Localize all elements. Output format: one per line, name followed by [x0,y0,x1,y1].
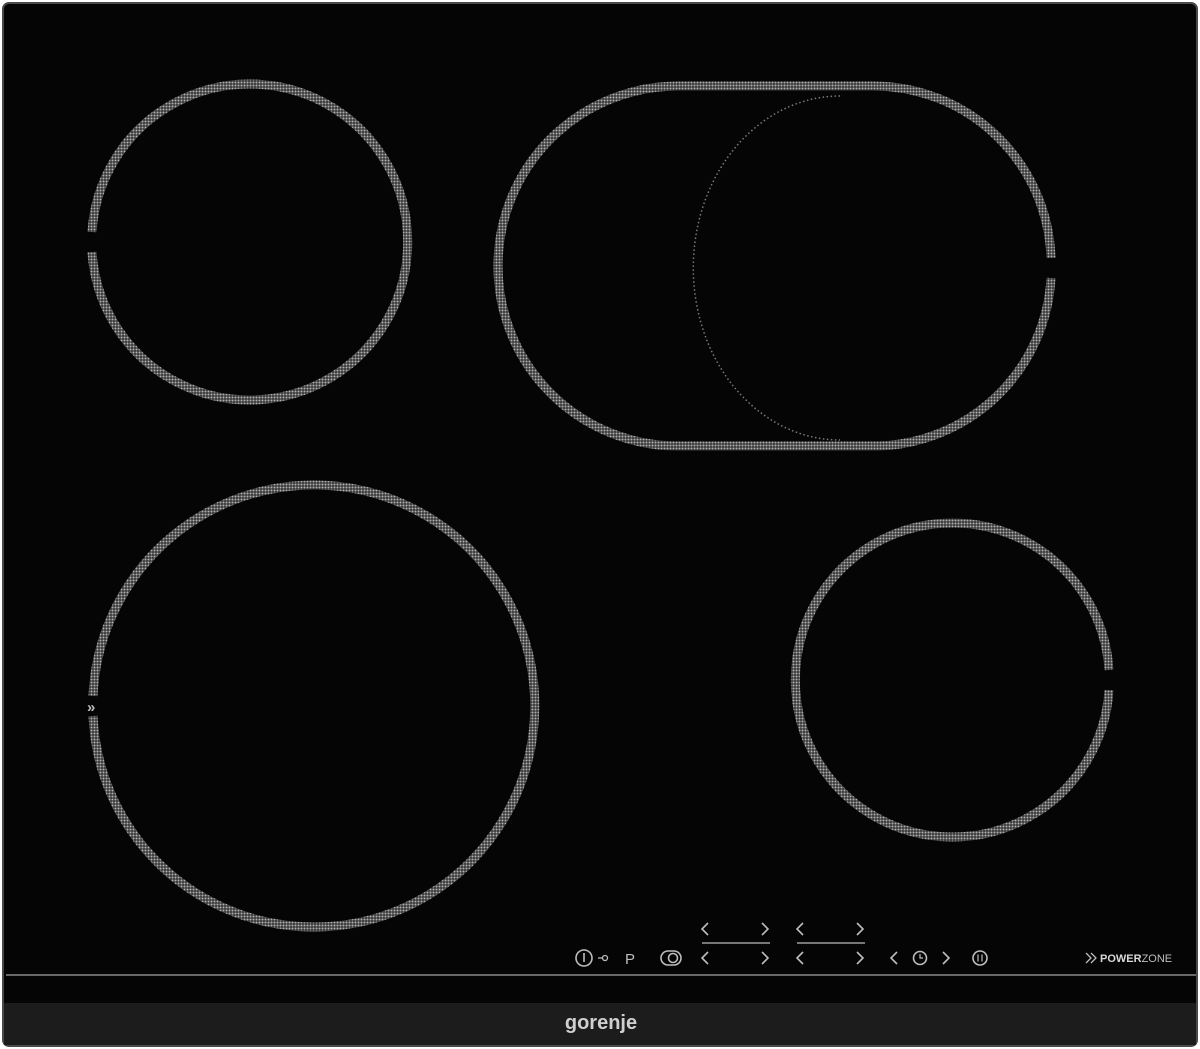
cooktop: » P POWERZONE gorenje [2,2,1198,1047]
brand-logo: gorenje [565,1012,637,1034]
powerzone-rest: ZONE [1142,953,1173,965]
zone-front-left-chevron-icon: » [87,699,95,716]
powerzone-bold: POWER [1100,953,1142,965]
program-button[interactable]: P [625,951,635,968]
powerzone-badge: POWERZONE [1100,953,1172,965]
